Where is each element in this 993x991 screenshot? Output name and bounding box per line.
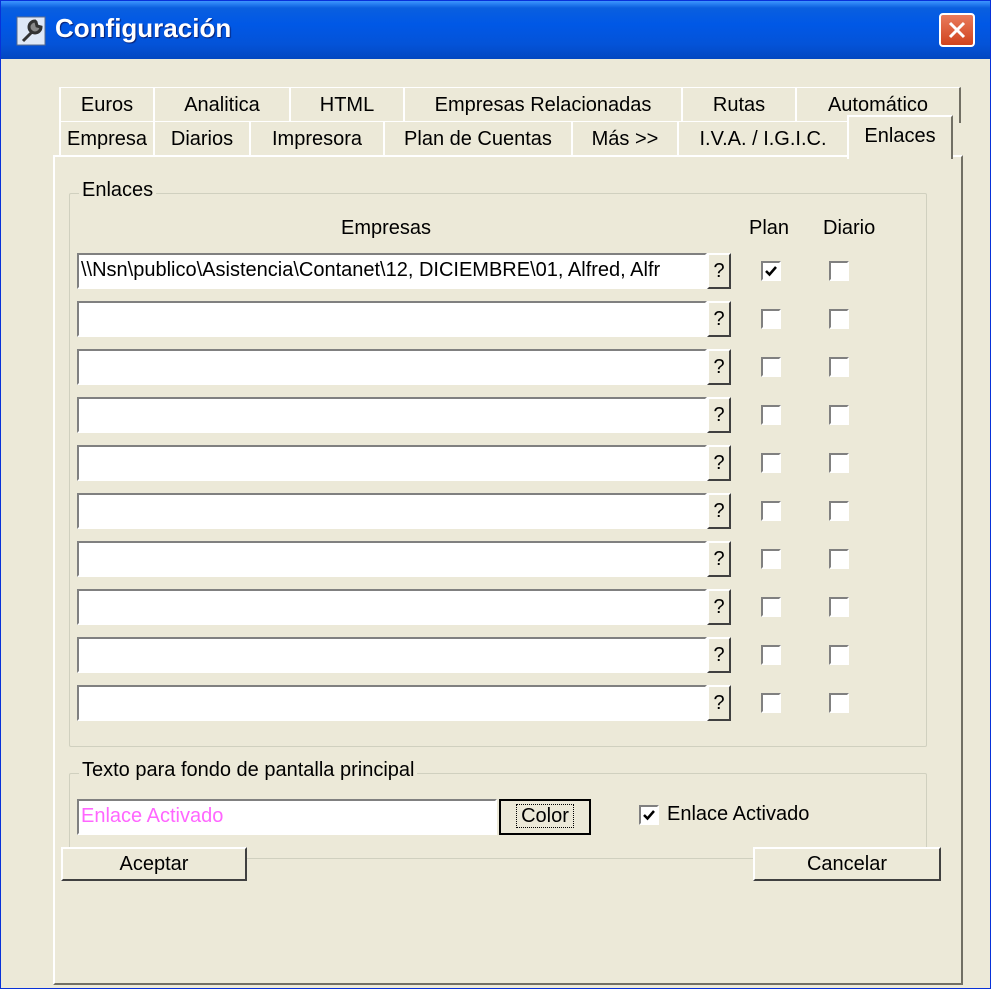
title-bar[interactable]: Configuración: [1, 1, 990, 59]
browse-button[interactable]: ?: [707, 637, 731, 673]
tab-plan-de-cuentas[interactable]: Plan de Cuentas: [383, 121, 573, 157]
client-area: Euros Analitica HTML Empresas Relacionad…: [9, 59, 980, 985]
window-title: Configuración: [55, 13, 232, 43]
browse-button[interactable]: ?: [707, 445, 731, 481]
plan-checkbox[interactable]: [761, 549, 781, 569]
browse-button[interactable]: ?: [707, 349, 731, 385]
diario-checkbox[interactable]: [829, 645, 849, 665]
empresa-path-input[interactable]: [77, 493, 707, 529]
browse-button[interactable]: ?: [707, 397, 731, 433]
col-diario-header: Diario: [823, 217, 876, 239]
browse-button[interactable]: ?: [707, 493, 731, 529]
empresa-path-input[interactable]: [77, 301, 707, 337]
diario-checkbox[interactable]: [829, 549, 849, 569]
plan-checkbox[interactable]: [761, 405, 781, 425]
plan-checkbox[interactable]: [761, 261, 781, 281]
empresa-path-input[interactable]: [77, 349, 707, 385]
empresa-path-input[interactable]: [77, 397, 707, 433]
diario-checkbox[interactable]: [829, 453, 849, 473]
empresa-path-input[interactable]: [77, 685, 707, 721]
browse-button[interactable]: ?: [707, 541, 731, 577]
wrench-icon: [15, 15, 47, 47]
browse-button[interactable]: ?: [707, 301, 731, 337]
diario-checkbox[interactable]: [829, 261, 849, 281]
color-button[interactable]: Color: [499, 799, 591, 835]
empresa-path-input[interactable]: [77, 445, 707, 481]
background-text-group-label: Texto para fondo de pantalla principal: [79, 759, 418, 782]
diario-checkbox[interactable]: [829, 501, 849, 521]
diario-checkbox[interactable]: [829, 693, 849, 713]
plan-checkbox[interactable]: [761, 597, 781, 617]
check-mark-icon: [765, 266, 777, 277]
plan-checkbox[interactable]: [761, 693, 781, 713]
empresa-path-input[interactable]: [77, 589, 707, 625]
diario-checkbox[interactable]: [829, 357, 849, 377]
tab-html[interactable]: HTML: [289, 87, 405, 123]
plan-checkbox[interactable]: [761, 501, 781, 521]
check-mark-icon: [643, 810, 655, 821]
diario-checkbox[interactable]: [829, 309, 849, 329]
close-button[interactable]: [939, 13, 975, 47]
tab-iva-igic[interactable]: I.V.A. / I.G.I.C.: [677, 121, 849, 157]
tab-empresa[interactable]: Empresa: [59, 121, 155, 157]
tab-rutas[interactable]: Rutas: [681, 87, 797, 123]
tab-diarios[interactable]: Diarios: [153, 121, 251, 157]
enlace-activado-label: Enlace Activado: [667, 803, 810, 825]
col-plan-header: Plan: [749, 217, 790, 239]
close-icon: [948, 21, 966, 39]
tab-impresora[interactable]: Impresora: [249, 121, 385, 157]
plan-checkbox[interactable]: [761, 357, 781, 377]
empresa-path-input[interactable]: \\Nsn\publico\Asistencia\Contanet\12, DI…: [77, 253, 707, 289]
tab-mas[interactable]: Más >>: [571, 121, 679, 157]
enlace-activado-checkbox[interactable]: [639, 805, 659, 825]
browse-button[interactable]: ?: [707, 253, 731, 289]
enlaces-group-label: Enlaces: [79, 179, 157, 202]
plan-checkbox[interactable]: [761, 309, 781, 329]
tab-empresas-relacionadas[interactable]: Empresas Relacionadas: [403, 87, 683, 123]
col-empresas-header: Empresas: [341, 217, 432, 239]
browse-button[interactable]: ?: [707, 589, 731, 625]
accept-button[interactable]: Aceptar: [61, 847, 247, 881]
diario-checkbox[interactable]: [829, 405, 849, 425]
tab-euros[interactable]: Euros: [59, 87, 155, 123]
tab-enlaces[interactable]: Enlaces: [847, 115, 953, 159]
background-text-input[interactable]: Enlace Activado: [77, 799, 497, 835]
tab-analitica[interactable]: Analitica: [153, 87, 291, 123]
empresa-path-input[interactable]: [77, 637, 707, 673]
browse-button[interactable]: ?: [707, 685, 731, 721]
config-window: Configuración Euros Analitica HTML Empre…: [0, 0, 991, 989]
cancel-button[interactable]: Cancelar: [753, 847, 941, 881]
diario-checkbox[interactable]: [829, 597, 849, 617]
plan-checkbox[interactable]: [761, 453, 781, 473]
plan-checkbox[interactable]: [761, 645, 781, 665]
empresa-path-input[interactable]: [77, 541, 707, 577]
